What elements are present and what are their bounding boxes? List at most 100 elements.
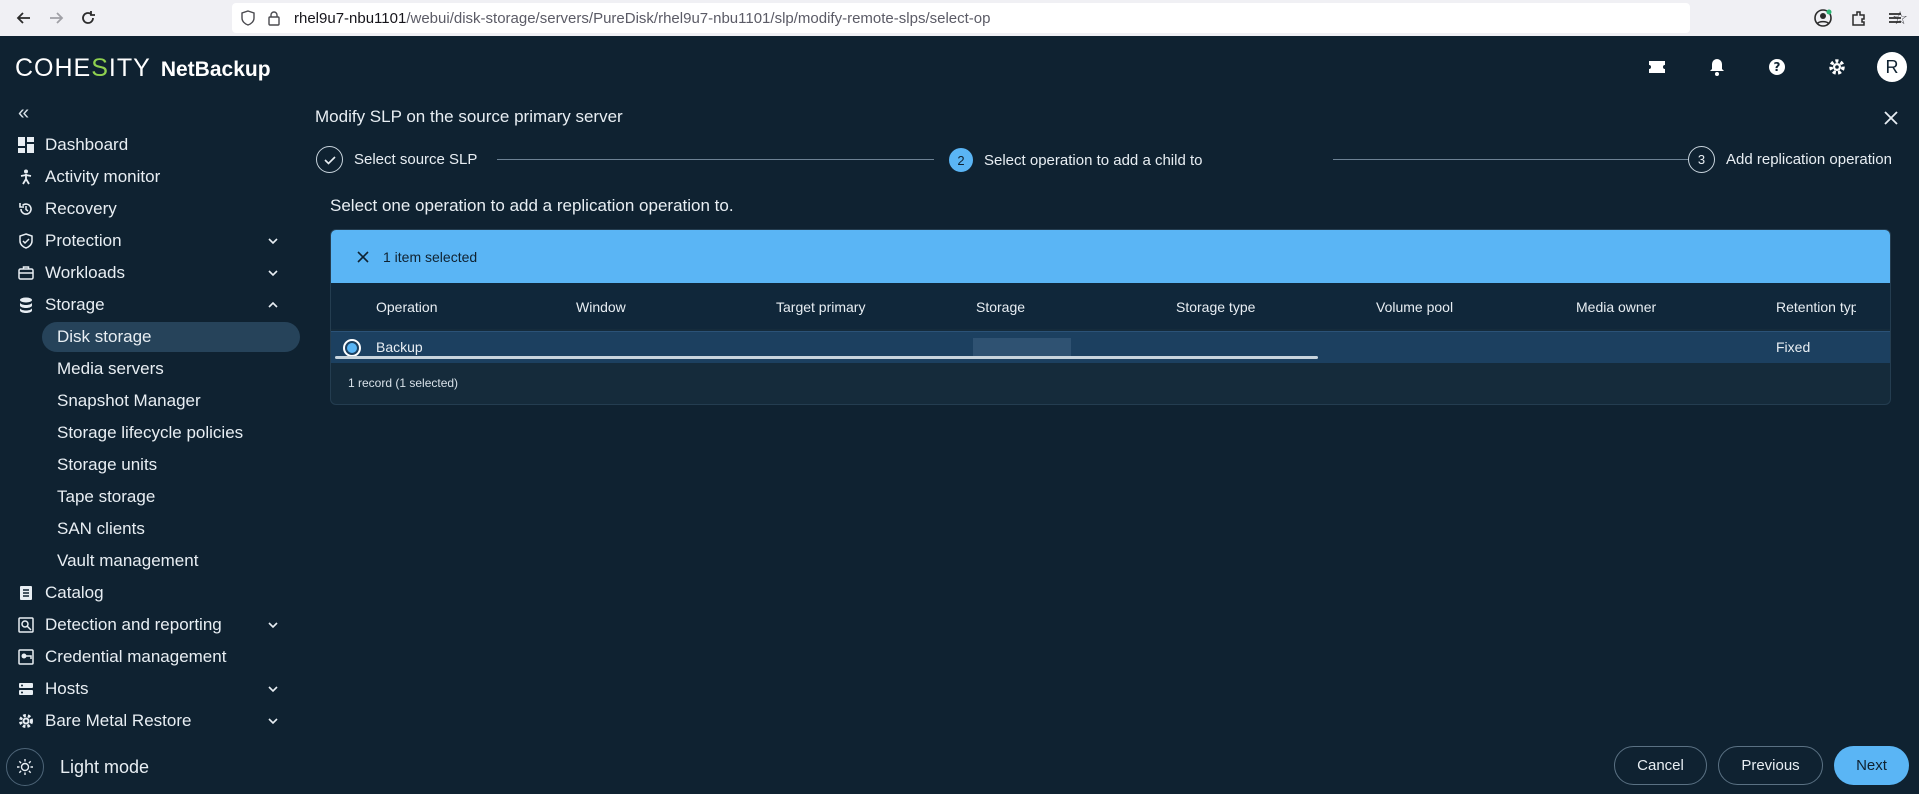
host-icon	[18, 681, 34, 697]
column-header-storage[interactable]: Storage	[976, 299, 1025, 315]
cell-operation: Backup	[376, 339, 423, 355]
chevron-down-icon	[268, 622, 278, 629]
sidebar-item-label: Storage	[45, 295, 105, 314]
report-icon	[18, 617, 34, 633]
chevron-down-icon	[268, 238, 278, 245]
chevron-down-icon	[268, 686, 278, 693]
address-bar[interactable]: rhel9u7-nbu1101/webui/disk-storage/serve…	[232, 3, 1908, 33]
sidebar-item-label: Workloads	[45, 263, 125, 282]
column-header-volume-pool[interactable]: Volume pool	[1376, 299, 1453, 315]
user-avatar[interactable]: R	[1877, 52, 1907, 82]
svg-text:?: ?	[1774, 60, 1781, 74]
chevron-down-icon	[268, 718, 278, 725]
sidebar-item-label: Credential management	[45, 647, 227, 666]
sidebar-item-credential-management[interactable]: Credential management	[0, 642, 300, 672]
step-select-operation: 2 Select operation to add a child to	[949, 148, 1202, 172]
sidebar-subitem-storage-lifecycle-policies[interactable]: Storage lifecycle policies	[42, 418, 300, 448]
browser-toolbar: rhel9u7-nbu1101/webui/disk-storage/serve…	[0, 0, 1919, 36]
sidebar-subitem-vault-management[interactable]: Vault management	[42, 546, 300, 576]
sidebar-item-storage[interactable]: Storage	[0, 290, 300, 320]
clear-selection-icon[interactable]	[355, 249, 371, 265]
step-connector	[497, 159, 934, 160]
sidebar-item-recovery[interactable]: Recovery	[0, 194, 300, 224]
lock-icon[interactable]	[266, 10, 282, 26]
notifications-bell-icon[interactable]	[1697, 50, 1737, 84]
sidebar: « Dashboard Activity monitor Recovery Pr…	[0, 98, 305, 794]
step-label: Add replication operation	[1726, 151, 1892, 168]
step-label: Select operation to add a child to	[984, 151, 1203, 169]
shield-icon	[18, 233, 34, 249]
product-name: NetBackup	[160, 58, 271, 81]
sidebar-item-label: Dashboard	[45, 135, 129, 154]
forward-icon[interactable]	[40, 2, 72, 34]
sidebar-item-hosts[interactable]: Hosts	[0, 674, 300, 704]
dashboard-icon	[18, 137, 34, 153]
selection-bar: 1 item selected	[331, 230, 1890, 283]
table-header: Operation Window Target primary Storage …	[331, 283, 1890, 329]
back-icon[interactable]	[8, 2, 40, 34]
column-header-retention-type[interactable]: Retention typ	[1776, 299, 1856, 315]
sidebar-subitem-storage-units[interactable]: Storage units	[42, 450, 300, 480]
sidebar-item-label: Hosts	[45, 679, 89, 698]
app-header: COHESITY NetBackup ? R	[0, 36, 1919, 98]
horizontal-scrollbar[interactable]	[335, 356, 1318, 359]
sidebar-item-catalog[interactable]: Catalog	[0, 578, 300, 608]
activity-icon	[18, 169, 34, 185]
sidebar-item-bare-metal-restore[interactable]: Bare Metal Restore	[0, 706, 300, 736]
sidebar-subitem-disk-storage[interactable]: Disk storage	[42, 322, 300, 352]
column-header-operation[interactable]: Operation	[376, 299, 437, 315]
sidebar-subitem-tape-storage[interactable]: Tape storage	[42, 482, 300, 512]
sidebar-item-label: Protection	[45, 231, 122, 250]
sidebar-item-label: Catalog	[45, 583, 104, 602]
close-icon[interactable]	[1880, 107, 1902, 129]
cell-storage-redacted	[973, 338, 1071, 356]
chevron-down-icon	[268, 270, 278, 277]
gear-icon	[18, 713, 34, 729]
shield-icon[interactable]	[240, 10, 256, 26]
light-mode-toggle[interactable]: Light mode	[6, 748, 149, 786]
sidebar-item-label: Recovery	[45, 199, 117, 218]
catalog-icon	[18, 585, 34, 601]
reload-icon[interactable]	[72, 2, 104, 34]
account-icon[interactable]	[1805, 2, 1841, 34]
light-mode-label: Light mode	[60, 756, 150, 777]
column-header-window[interactable]: Window	[576, 299, 626, 315]
column-header-target-primary[interactable]: Target primary	[776, 299, 865, 315]
sidebar-subitem-media-servers[interactable]: Media servers	[42, 354, 300, 384]
brand-logo[interactable]: COHESITY NetBackup	[15, 54, 271, 83]
step-connector	[1333, 159, 1689, 160]
previous-button[interactable]: Previous	[1718, 746, 1823, 785]
sidebar-item-dashboard[interactable]: Dashboard	[0, 130, 300, 160]
sidebar-subitem-snapshot-manager[interactable]: Snapshot Manager	[42, 386, 300, 416]
column-header-storage-type[interactable]: Storage type	[1176, 299, 1255, 315]
step-add-replication: 3 Add replication operation	[1688, 146, 1892, 173]
ticket-icon[interactable]	[1637, 50, 1677, 84]
check-icon	[316, 146, 343, 173]
next-button[interactable]: Next	[1834, 746, 1909, 785]
sidebar-subitem-san-clients[interactable]: SAN clients	[42, 514, 300, 544]
column-header-media-owner[interactable]: Media owner	[1576, 299, 1656, 315]
help-icon[interactable]: ?	[1757, 50, 1797, 84]
sidebar-item-activity-monitor[interactable]: Activity monitor	[0, 162, 300, 192]
database-icon	[18, 297, 34, 313]
cell-retention-type: Fixed	[1776, 339, 1811, 355]
credential-icon	[18, 649, 34, 665]
collapse-sidebar-icon[interactable]: «	[18, 102, 29, 125]
menu-icon[interactable]	[1877, 2, 1913, 34]
sidebar-item-protection[interactable]: Protection	[0, 226, 300, 256]
selection-count: 1 item selected	[383, 248, 478, 265]
radio-selected-dot	[347, 343, 357, 353]
briefcase-icon	[18, 265, 34, 281]
settings-gear-icon[interactable]	[1817, 50, 1857, 84]
instruction-text: Select one operation to add a replicatio…	[330, 196, 734, 215]
step-label: Select source SLP	[354, 151, 478, 168]
extensions-icon[interactable]	[1841, 2, 1877, 34]
url-path: /webui/disk-storage/servers/PureDisk/rhe…	[406, 9, 991, 27]
sidebar-item-detection-and-reporting[interactable]: Detection and reporting	[0, 610, 300, 640]
cancel-button[interactable]: Cancel	[1614, 746, 1707, 785]
sidebar-item-label: Bare Metal Restore	[45, 711, 192, 730]
step-number: 2	[949, 148, 973, 172]
row-radio-button[interactable]	[343, 339, 361, 357]
dialog-title: Modify SLP on the source primary server	[315, 107, 623, 126]
sidebar-item-workloads[interactable]: Workloads	[0, 258, 300, 288]
